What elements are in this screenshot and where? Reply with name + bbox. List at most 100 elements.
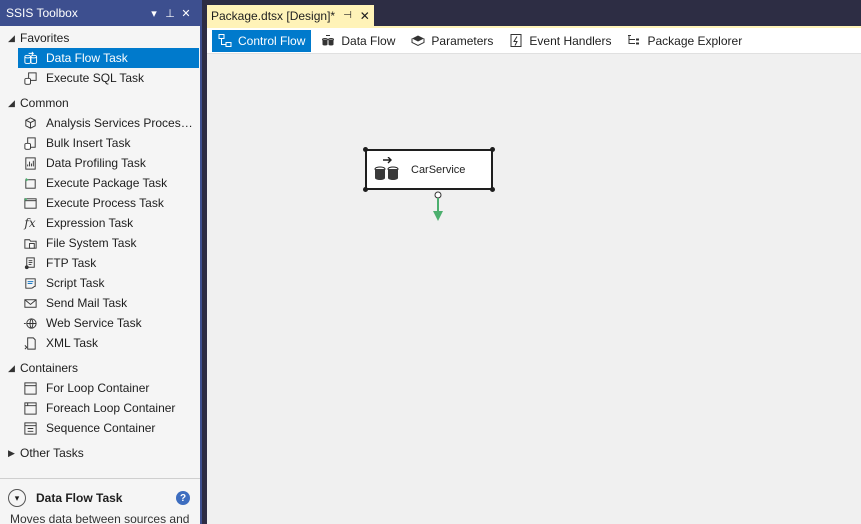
group-label: Favorites: [20, 31, 70, 45]
tab-control-flow[interactable]: Control Flow: [212, 29, 312, 52]
event-handlers-icon: [509, 34, 523, 48]
toolbox-item-execute-package[interactable]: Execute Package Task: [0, 173, 200, 193]
toolbox-item-script[interactable]: Script Task: [0, 273, 200, 293]
group-label: Common: [20, 96, 69, 110]
item-label: For Loop Container: [46, 381, 150, 395]
expanded-triangle-icon: ◢: [8, 97, 15, 108]
toolbox-item-foreach-loop[interactable]: Foreach Loop Container: [0, 398, 200, 418]
data-flow-tab-icon: [321, 34, 335, 48]
toolbox-item-sequence[interactable]: Sequence Container: [0, 418, 200, 438]
data-profiling-icon: [22, 155, 38, 171]
expanded-triangle-icon: ◢: [8, 32, 15, 43]
close-icon[interactable]: ✕: [360, 9, 370, 23]
toolbox-item-data-profiling[interactable]: Data Profiling Task: [0, 153, 200, 173]
mail-icon: [22, 295, 38, 311]
item-label: Foreach Loop Container: [46, 401, 176, 415]
toolbox-item-ftp[interactable]: FTP Task: [0, 253, 200, 273]
toolbox-item-execute-process[interactable]: Execute Process Task: [0, 193, 200, 213]
package-designer: Control Flow Data Flow Parameters Event …: [207, 26, 861, 524]
toolbox-item-expression[interactable]: fx Expression Task: [0, 213, 200, 233]
precedence-connector-arrow[interactable]: [432, 191, 444, 223]
toolbox-item-execute-sql-task[interactable]: Execute SQL Task: [0, 68, 200, 88]
item-label: File System Task: [46, 236, 137, 250]
execute-sql-icon: [22, 70, 38, 86]
resize-handle[interactable]: [490, 147, 495, 152]
toolbox-item-bulk-insert[interactable]: Bulk Insert Task: [0, 133, 200, 153]
tab-label: Event Handlers: [529, 33, 612, 48]
tab-label: Data Flow: [341, 33, 396, 48]
xml-icon: [22, 335, 38, 351]
dropdown-icon[interactable]: ▾: [146, 7, 162, 20]
bulk-insert-icon: [22, 135, 38, 151]
document-tab[interactable]: Package.dtsx [Design]* ⊣ ✕: [207, 5, 374, 26]
close-icon[interactable]: ✕: [178, 7, 194, 20]
toolbox-info-panel: ▾ Data Flow Task ? Moves data between so…: [0, 478, 200, 524]
sequence-icon: [22, 420, 38, 436]
toolbox-item-send-mail[interactable]: Send Mail Task: [0, 293, 200, 313]
execute-process-icon: [22, 195, 38, 211]
resize-handle[interactable]: [363, 147, 368, 152]
collapsed-triangle-icon: ▶: [8, 447, 15, 458]
item-label: Data Profiling Task: [46, 156, 146, 170]
globe-icon: [22, 315, 38, 331]
resize-handle[interactable]: [363, 187, 368, 192]
for-loop-icon: [22, 380, 38, 396]
package-explorer-icon: [627, 34, 641, 48]
task-label: CarService: [411, 163, 466, 176]
item-label: XML Task: [46, 336, 99, 350]
item-label: Web Service Task: [46, 316, 142, 330]
tab-parameters[interactable]: Parameters: [405, 30, 499, 52]
toolbox-title-bar: SSIS Toolbox ▾ ⊥ ✕: [0, 0, 200, 26]
tab-data-flow[interactable]: Data Flow: [315, 30, 401, 52]
info-description: Moves data between sources and destinati…: [10, 512, 190, 524]
info-title: Data Flow Task: [36, 491, 123, 505]
item-label: Execute Process Task: [46, 196, 164, 210]
group-label: Other Tasks: [20, 446, 84, 460]
item-label: Bulk Insert Task: [46, 136, 131, 150]
toolbox-item-data-flow-task[interactable]: Data Flow Task: [18, 48, 199, 68]
cube-icon: [22, 115, 38, 131]
group-containers[interactable]: ◢ Containers: [0, 358, 200, 378]
pin-icon[interactable]: ⊣: [343, 10, 352, 21]
toolbox-item-web-service[interactable]: Web Service Task: [0, 313, 200, 333]
item-label: Execute SQL Task: [46, 71, 145, 85]
collapse-chevron-icon[interactable]: ▾: [8, 489, 26, 507]
foreach-loop-icon: [22, 400, 38, 416]
control-flow-icon: [218, 34, 232, 48]
toolbox-title: SSIS Toolbox: [6, 6, 78, 20]
toolbox-item-xml[interactable]: XML Task: [0, 333, 200, 353]
item-label: Sequence Container: [46, 421, 156, 435]
expanded-triangle-icon: ◢: [8, 362, 15, 373]
info-header: ▾ Data Flow Task ?: [0, 485, 200, 511]
group-common[interactable]: ◢ Common: [0, 93, 200, 113]
item-label: Analysis Services Processing Task: [46, 116, 196, 130]
group-other-tasks[interactable]: ▶ Other Tasks: [0, 443, 200, 463]
tab-event-handlers[interactable]: Event Handlers: [503, 30, 617, 52]
item-label: Script Task: [46, 276, 105, 290]
data-flow-icon: [373, 156, 401, 183]
group-favorites[interactable]: ◢ Favorites: [0, 28, 200, 48]
toolbox-item-file-system[interactable]: File System Task: [0, 233, 200, 253]
file-system-icon: [22, 235, 38, 251]
script-icon: [22, 275, 38, 291]
data-flow-icon: [22, 50, 38, 66]
document-tab-title: Package.dtsx [Design]*: [211, 8, 336, 23]
tab-label: Package Explorer: [647, 33, 743, 48]
tab-package-explorer[interactable]: Package Explorer: [621, 30, 748, 52]
pin-icon[interactable]: ⊥: [162, 7, 178, 20]
toolbox-item-analysis-services[interactable]: Analysis Services Processing Task: [0, 113, 200, 133]
toolbox-list: ◢ Favorites Data Flow Task Execute SQL T…: [0, 28, 200, 478]
item-label: Data Flow Task: [46, 51, 128, 65]
group-label: Containers: [20, 361, 79, 375]
toolbox-item-for-loop[interactable]: For Loop Container: [0, 378, 200, 398]
control-flow-canvas[interactable]: CarService: [207, 54, 861, 524]
ftp-icon: [22, 255, 38, 271]
tab-label: Parameters: [431, 33, 494, 48]
task-carservice[interactable]: CarService: [363, 147, 495, 192]
ssis-toolbox-pane: SSIS Toolbox ▾ ⊥ ✕ ◢ Favorites Data Flow…: [0, 0, 202, 524]
designer-tab-bar: Control Flow Data Flow Parameters Event …: [207, 28, 861, 54]
help-icon[interactable]: ?: [176, 491, 190, 505]
resize-handle[interactable]: [490, 187, 495, 192]
item-label: Execute Package Task: [46, 176, 168, 190]
parameters-icon: [411, 34, 425, 48]
